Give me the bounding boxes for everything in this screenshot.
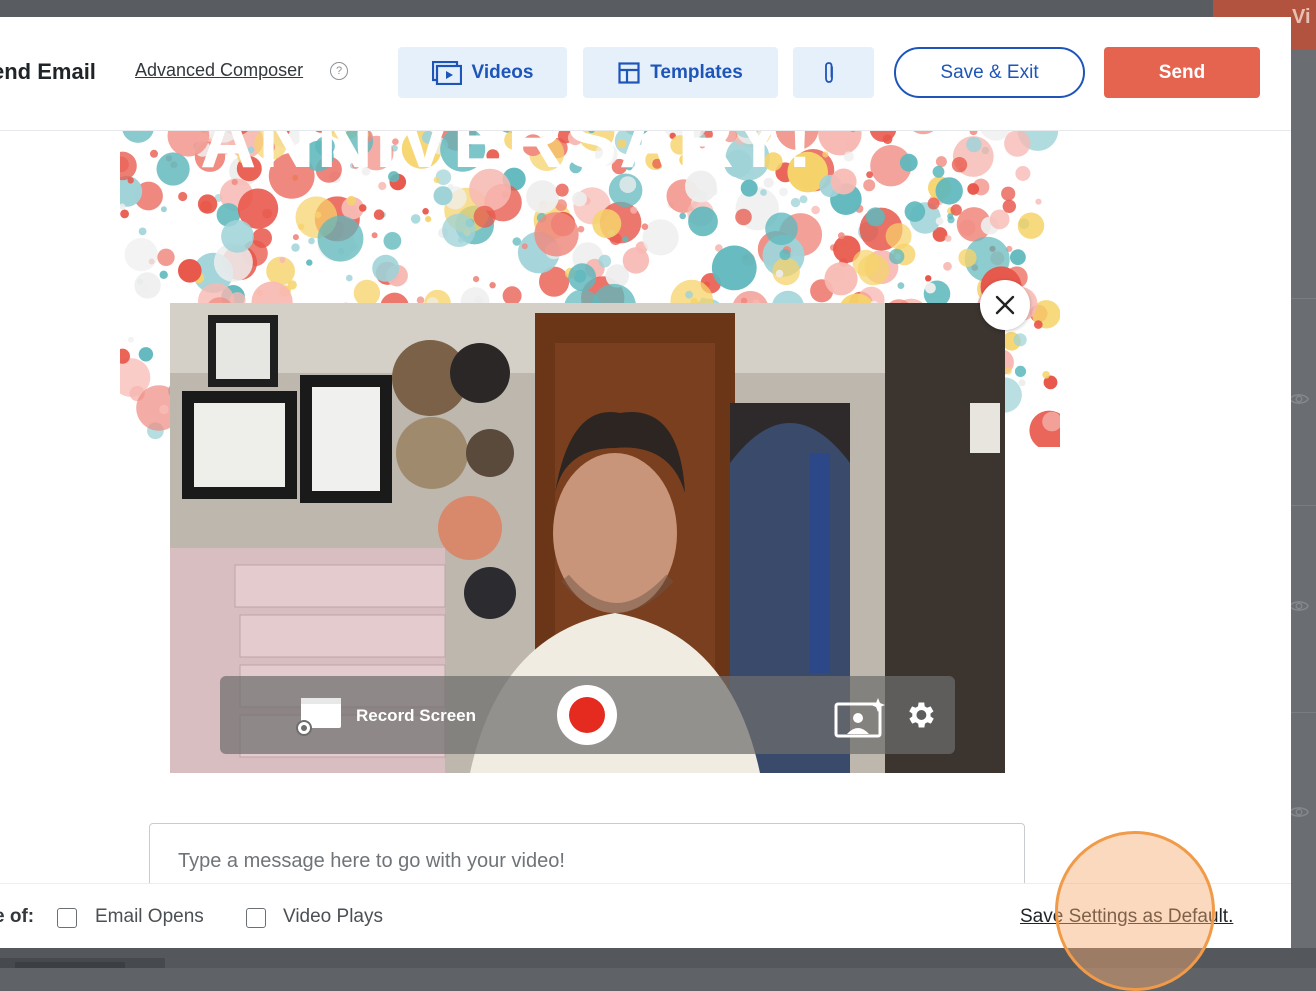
click-highlight — [1055, 831, 1215, 991]
background-divider — [1291, 505, 1316, 506]
gear-icon[interactable] — [903, 698, 937, 732]
video-plays-checkbox[interactable] — [246, 908, 266, 928]
advanced-composer-link[interactable]: Advanced Composer — [135, 60, 303, 81]
record-screen-label[interactable]: Record Screen — [356, 706, 476, 726]
background-right-panel — [1291, 18, 1316, 968]
background-topbar — [0, 0, 1316, 18]
close-icon — [995, 295, 1015, 315]
recorder-controls: Record Screen — [220, 676, 955, 754]
background-divider — [1291, 712, 1316, 713]
video-plays-label[interactable]: Video Plays — [283, 906, 383, 928]
help-icon[interactable]: ? — [330, 62, 348, 80]
template-icon — [618, 61, 640, 84]
attach-button[interactable] — [793, 47, 874, 98]
send-email-modal: ANNIVERSARY! Record Screen Type a messag… — [0, 17, 1291, 948]
background-divider — [1291, 298, 1316, 299]
close-recorder-button[interactable] — [980, 280, 1030, 330]
videos-button[interactable]: Videos — [398, 47, 567, 98]
templates-label: Templates — [650, 61, 743, 83]
send-button[interactable]: Send — [1104, 47, 1260, 98]
record-button[interactable] — [557, 685, 617, 745]
eye-icon — [1288, 801, 1310, 823]
templates-button[interactable]: Templates — [583, 47, 778, 98]
record-screen-icon[interactable] — [296, 696, 346, 736]
eye-icon — [1288, 388, 1310, 410]
email-opens-checkbox[interactable] — [57, 908, 77, 928]
email-opens-label[interactable]: Email Opens — [95, 906, 204, 928]
record-icon — [569, 697, 605, 733]
eye-icon — [1288, 595, 1310, 617]
modal-header: end Email Advanced Composer ? Videos Tem… — [0, 17, 1291, 131]
video-library-icon — [431, 60, 462, 85]
virtual-background-icon[interactable] — [834, 696, 886, 738]
message-placeholder: Type a message here to go with your vide… — [178, 850, 565, 872]
paperclip-icon — [824, 61, 833, 83]
email-canvas: ANNIVERSARY! Record Screen Type a messag… — [0, 17, 1291, 948]
notify-label: e of: — [0, 906, 35, 927]
background-action-label: Vi — [1292, 6, 1311, 28]
background-bottom-block — [15, 962, 125, 968]
save-exit-button[interactable]: Save & Exit — [894, 47, 1085, 98]
modal-title: end Email — [0, 59, 96, 84]
videos-label: Videos — [471, 61, 534, 83]
